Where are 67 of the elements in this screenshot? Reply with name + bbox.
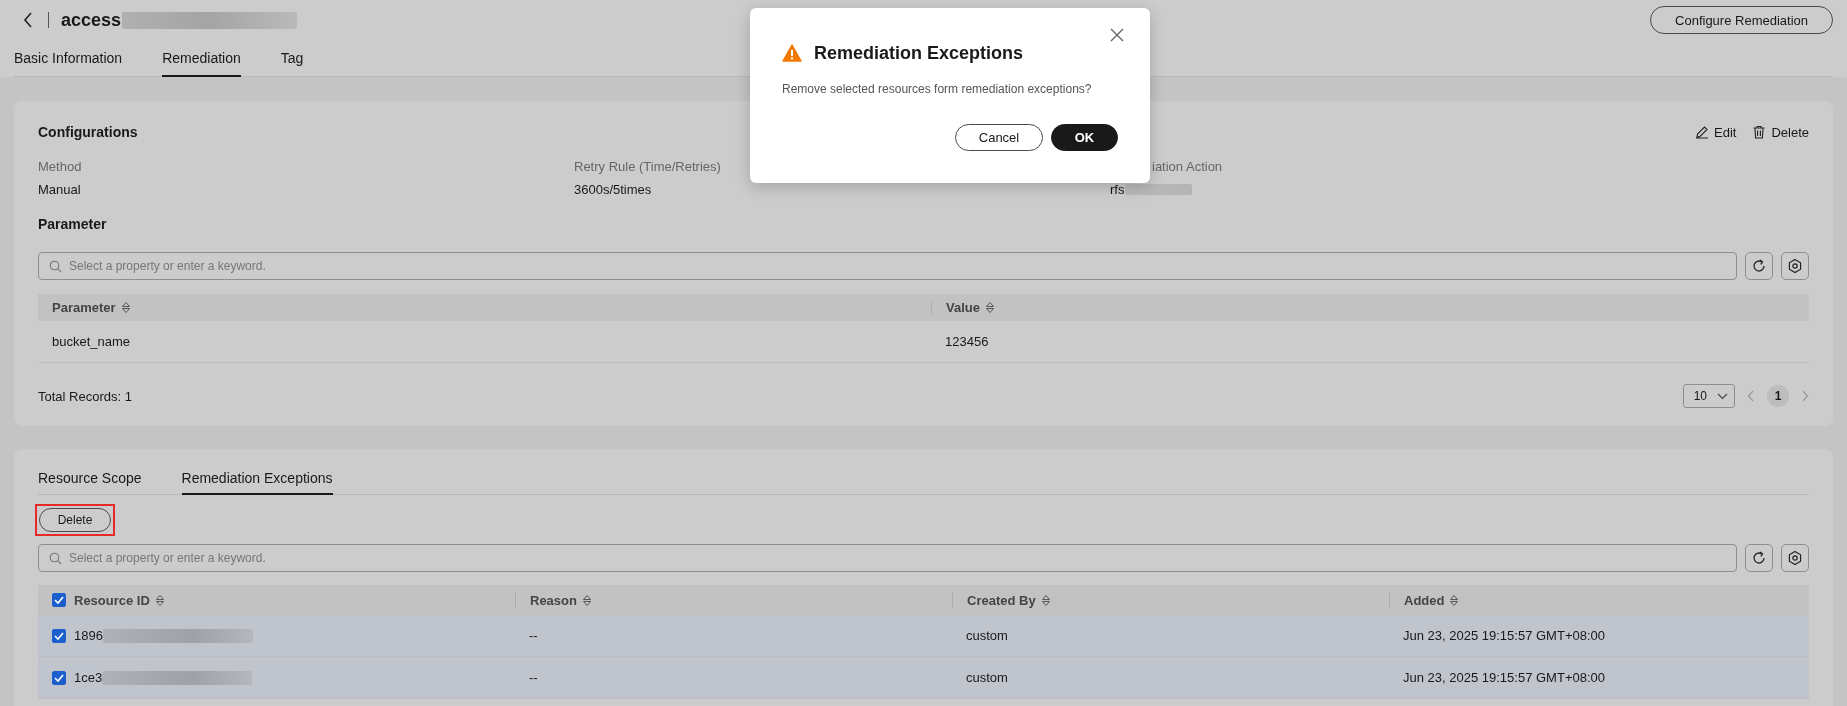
sort-icon[interactable]	[1040, 593, 1051, 607]
column-header[interactable]: Resource ID	[74, 592, 165, 608]
refresh-icon	[1751, 550, 1767, 566]
cancel-button[interactable]: Cancel	[955, 124, 1043, 151]
delete-button[interactable]: Delete	[1752, 124, 1809, 140]
settings-button[interactable]	[1781, 252, 1809, 280]
pencil-icon	[1695, 125, 1709, 139]
search-field[interactable]: Select a property or enter a keyword.	[38, 544, 1737, 572]
tab[interactable]: Resource Scope	[38, 449, 142, 495]
table-cell: --	[529, 670, 538, 685]
table-cell: --	[529, 628, 538, 643]
close-icon[interactable]	[1110, 28, 1124, 42]
table-cell: 1896	[74, 628, 103, 643]
table-cell: Jun 23, 2025 19:15:57 GMT+08:00	[1403, 670, 1605, 685]
settings-icon	[1787, 550, 1803, 566]
page-number[interactable]: 1	[1767, 385, 1789, 407]
edit-button[interactable]: Edit	[1695, 124, 1737, 140]
table-cell: Jun 23, 2025 19:15:57 GMT+08:00	[1403, 628, 1605, 643]
total-records: Total Records: 1	[38, 388, 132, 404]
field-value: rfs	[1110, 182, 1125, 197]
blurred-text	[1125, 184, 1193, 195]
field-label: Method	[38, 159, 83, 174]
sort-icon[interactable]	[984, 301, 995, 314]
section-title: Parameter	[38, 215, 108, 234]
sort-icon[interactable]	[154, 593, 165, 607]
column-header[interactable]: Value	[931, 300, 1809, 315]
sort-icon[interactable]	[120, 301, 131, 314]
ok-button[interactable]: OK	[1051, 124, 1118, 151]
sort-icon[interactable]	[581, 593, 592, 607]
sort-icon[interactable]	[1449, 593, 1460, 607]
search-icon	[49, 552, 62, 565]
column-header[interactable]: Added	[1404, 592, 1460, 608]
table-cell: custom	[966, 628, 1008, 643]
trash-icon	[1752, 125, 1767, 139]
chevron-down-icon	[1717, 392, 1728, 400]
tab[interactable]: Remediation Exceptions	[181, 449, 333, 495]
row-checkbox[interactable]	[52, 670, 66, 685]
page-title: access	[61, 9, 122, 31]
tab[interactable]: Tag	[280, 40, 304, 77]
row-checkbox[interactable]	[52, 628, 66, 643]
table-cell: 1ce3	[74, 670, 103, 685]
table-cell-text: bucket_name	[51, 334, 132, 349]
select-all-checkbox[interactable]	[52, 593, 66, 607]
settings-button[interactable]	[1781, 544, 1809, 572]
refresh-button[interactable]	[1745, 544, 1773, 572]
dialog-message: Remove selected resources form remediation exceptions?	[782, 82, 1093, 96]
section-title: Configurations	[38, 124, 138, 140]
column-header[interactable]: Reason	[530, 592, 592, 608]
table-cell-text: 123456	[944, 334, 990, 349]
field-label: iation Action	[1151, 159, 1224, 174]
back-icon[interactable]	[23, 12, 33, 28]
column-header[interactable]: Parameter	[38, 294, 931, 321]
field-value: Manual	[38, 182, 81, 197]
search-field[interactable]: Select a property or enter a keyword.	[38, 252, 1737, 280]
settings-icon	[1787, 258, 1803, 274]
field-label: Retry Rule (Time/Retries)	[574, 159, 722, 174]
column-header[interactable]: Created By	[967, 592, 1051, 608]
table-cell: custom	[966, 670, 1008, 685]
search-icon	[49, 260, 62, 273]
warning-icon	[782, 44, 802, 62]
refresh-icon	[1751, 258, 1767, 274]
tab[interactable]: Basic Information	[14, 40, 123, 77]
page-size-select[interactable]: 10	[1682, 384, 1735, 408]
tab[interactable]: Remediation	[162, 40, 241, 77]
refresh-button[interactable]	[1745, 252, 1773, 280]
field-value: 3600s/5times	[574, 182, 652, 197]
dialog-title: Remediation Exceptions	[814, 42, 1024, 64]
